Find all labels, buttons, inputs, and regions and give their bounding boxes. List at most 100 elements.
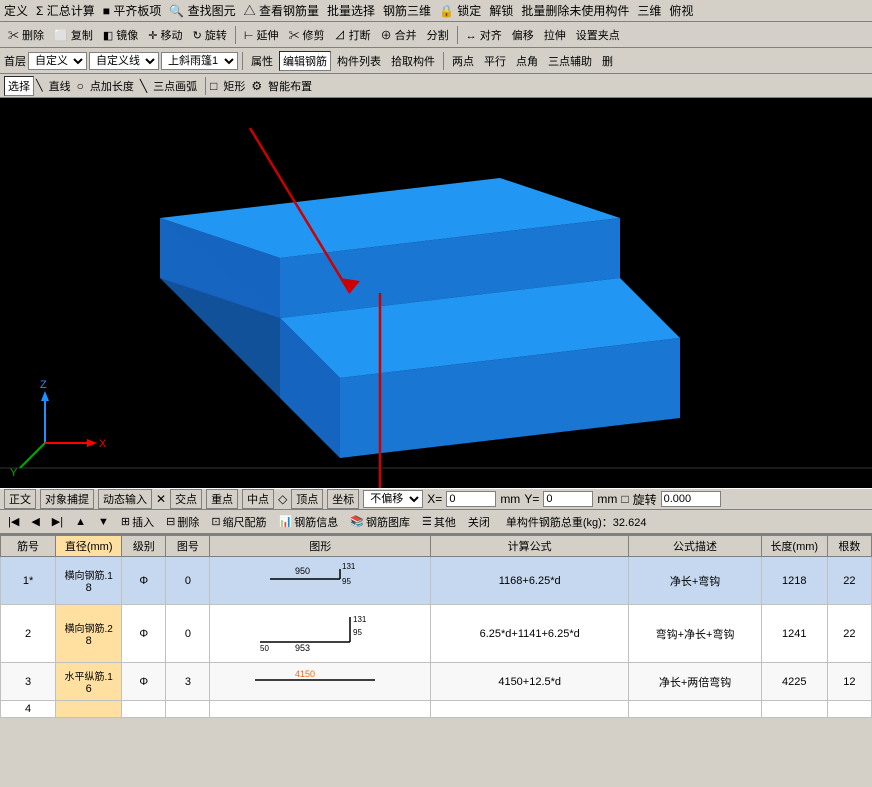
table-row[interactable]: 2 横向钢筋.2 8 Φ 0 953 50 131 — [1, 605, 872, 663]
cell-desc-3: 净长+两倍弯钩 — [629, 663, 761, 701]
rotate-input[interactable] — [661, 491, 721, 507]
btn-break[interactable]: ⊿ 打断 — [331, 25, 375, 45]
status-coord[interactable]: 坐标 — [327, 489, 359, 509]
menu-lock[interactable]: 🔒 锁定 — [439, 2, 481, 19]
rotate-label: 旋转 — [633, 491, 657, 508]
y-input[interactable] — [543, 491, 593, 507]
btn-property[interactable]: 属性 — [247, 51, 277, 71]
btn-pick[interactable]: 拾取构件 — [387, 51, 439, 71]
cell-formula-2: 6.25*d+1141+6.25*d — [430, 605, 628, 663]
snap-sep: ╲ — [36, 79, 43, 92]
smart-icon: ⚙ — [251, 79, 262, 93]
svg-text:50: 50 — [260, 644, 269, 653]
rebar-other[interactable]: ☰ 其他 — [418, 512, 460, 532]
col-header-length: 长度(mm) — [761, 536, 827, 557]
total-weight-display: 单构件钢筋总重(kg)：32.624 — [506, 514, 647, 530]
btn-comp-list[interactable]: 构件列表 — [333, 51, 385, 71]
col-header-grade: 级别 — [122, 536, 166, 557]
rebar-down[interactable]: ▼ — [94, 514, 113, 530]
offset-select[interactable]: 不偏移 — [363, 490, 423, 508]
viewport-3d[interactable]: Z X Y — [0, 98, 872, 488]
btn-extend[interactable]: ⊢ 延伸 — [240, 25, 283, 45]
status-intersect[interactable]: 交点 — [170, 489, 202, 509]
btn-edit-rebar[interactable]: 编辑钢筋 — [279, 51, 331, 71]
btn-setgrip[interactable]: 设置夹点 — [572, 25, 624, 45]
status-midpoint[interactable]: 中点 — [242, 489, 274, 509]
table-row[interactable]: 1* 横向钢筋.1 8 Φ 0 950 131 95 — [1, 557, 872, 605]
menu-3d-view[interactable]: 三维 — [637, 2, 661, 19]
rebarbar: |◀ ◀ ▶| ▲ ▼ ⊞ 插入 ⊟ 删除 ⊡ 缩尺配筋 📊 钢筋信息 📚 钢筋… — [0, 510, 872, 534]
sep4 — [443, 52, 444, 70]
cell-jinghao-4: 4 — [1, 701, 56, 718]
snapbar: 选择 ╲ 直线 ○ 点加长度 ╲ 三点画弧 □ 矩形 ⚙ 智能布置 — [0, 74, 872, 98]
rebar-table[interactable]: 筋号 直径(mm) 级别 图号 图形 计算公式 公式描述 长度(mm) 根数 1… — [0, 534, 872, 718]
rebar-insert[interactable]: ⊞ 插入 — [117, 512, 158, 532]
menubar: 定义 Σ 汇总计算 ■ 平齐板项 🔍 查找图元 △ 查看钢筋量 批量选择 钢筋三… — [0, 0, 872, 22]
status-key[interactable]: 重点 — [206, 489, 238, 509]
rebar-next-last[interactable]: ▶| — [48, 513, 67, 530]
menu-delete-unused[interactable]: 批量删除未使用构件 — [521, 2, 629, 19]
layer-select[interactable]: 自定义 — [28, 52, 87, 70]
btn-delete[interactable]: ✂ 删除 — [4, 25, 48, 45]
menu-unlock[interactable]: 解锁 — [489, 2, 513, 19]
menu-3d[interactable]: 钢筋三维 — [383, 2, 431, 19]
element-select[interactable]: 上斜雨篷1 — [161, 52, 238, 70]
menu-calc[interactable]: Σ 汇总计算 — [36, 2, 95, 19]
x-input[interactable] — [446, 491, 496, 507]
svg-text:Y: Y — [10, 467, 18, 479]
table-row[interactable]: 4 — [1, 701, 872, 718]
btn-merge[interactable]: ⊕ 合并 — [377, 25, 421, 45]
menu-view-rebar[interactable]: △ 查看钢筋量 — [244, 2, 319, 19]
svg-text:131: 131 — [353, 615, 367, 624]
status-snap[interactable]: 对象捕提 — [40, 489, 94, 509]
status-dynin[interactable]: 动态输入 — [98, 489, 152, 509]
status-vertex[interactable]: 顶点 — [291, 489, 323, 509]
snap-pointlen[interactable]: 点加长度 — [86, 76, 138, 96]
rebar-close[interactable]: 关闭 — [464, 512, 494, 532]
rebar-prev-first[interactable]: |◀ — [4, 513, 23, 530]
menu-top-view[interactable]: 俯视 — [669, 2, 693, 19]
rebar-info[interactable]: 📊 钢筋信息 — [275, 512, 343, 532]
cell-diameter-2: 横向钢筋.2 8 — [56, 605, 122, 663]
snap-line[interactable]: 直线 — [45, 76, 75, 96]
col-header-formula: 计算公式 — [430, 536, 628, 557]
btn-pointangle[interactable]: 点角 — [512, 51, 542, 71]
btn-offset[interactable]: 偏移 — [508, 25, 538, 45]
btn-move[interactable]: ✛ 移动 — [144, 25, 186, 45]
menu-find[interactable]: 🔍 查找图元 — [169, 2, 235, 19]
menu-batch[interactable]: 批量选择 — [327, 2, 375, 19]
snap-select[interactable]: 选择 — [4, 76, 34, 96]
col-header-count: 根数 — [827, 536, 871, 557]
status-normal[interactable]: 正文 — [4, 489, 36, 509]
rebar-scale[interactable]: ⊡ 缩尺配筋 — [207, 512, 270, 532]
btn-mirror[interactable]: ◧ 镜像 — [99, 25, 142, 45]
btn-trim[interactable]: ✂ 修剪 — [284, 25, 328, 45]
rebar-up[interactable]: ▲ — [71, 514, 90, 530]
table-row[interactable]: 3 水平纵筋.1 6 Φ 3 4150 4150+12.5*d 净长+两倍弯钩 … — [1, 663, 872, 701]
btn-threepoint[interactable]: 三点辅助 — [544, 51, 596, 71]
rebar-prev[interactable]: ◀ — [27, 513, 43, 530]
cell-length-1: 1218 — [761, 557, 827, 605]
y-label: Y= — [524, 492, 539, 506]
menu-align[interactable]: ■ 平齐板项 — [103, 2, 162, 19]
btn-twopoint[interactable]: 两点 — [448, 51, 478, 71]
cell-jinghao-2: 2 — [1, 605, 56, 663]
btn-rotate[interactable]: ↻ 旋转 — [189, 25, 231, 45]
rebar-lib[interactable]: 📚 钢筋图库 — [346, 512, 414, 532]
snap-arc[interactable]: 三点画弧 — [149, 76, 201, 96]
cell-figno-2: 0 — [166, 605, 210, 663]
snap-smart[interactable]: 智能布置 — [264, 76, 316, 96]
btn-del2[interactable]: 删 — [598, 51, 617, 71]
btn-align[interactable]: ↔ 对齐 — [462, 25, 506, 45]
rebar-delete[interactable]: ⊟ 删除 — [162, 512, 203, 532]
menu-define[interactable]: 定义 — [4, 2, 28, 19]
snap-rect[interactable]: 矩形 — [219, 76, 249, 96]
cell-formula-4 — [430, 701, 628, 718]
cell-grade-3: Φ — [122, 663, 166, 701]
btn-stretch[interactable]: 拉伸 — [540, 25, 570, 45]
btn-parallel[interactable]: 平行 — [480, 51, 510, 71]
layer-type-select[interactable]: 自定义线 — [89, 52, 159, 70]
btn-copy[interactable]: ⬜ 复制 — [50, 25, 97, 45]
cell-count-4 — [827, 701, 871, 718]
btn-split[interactable]: 分割 — [423, 25, 453, 45]
